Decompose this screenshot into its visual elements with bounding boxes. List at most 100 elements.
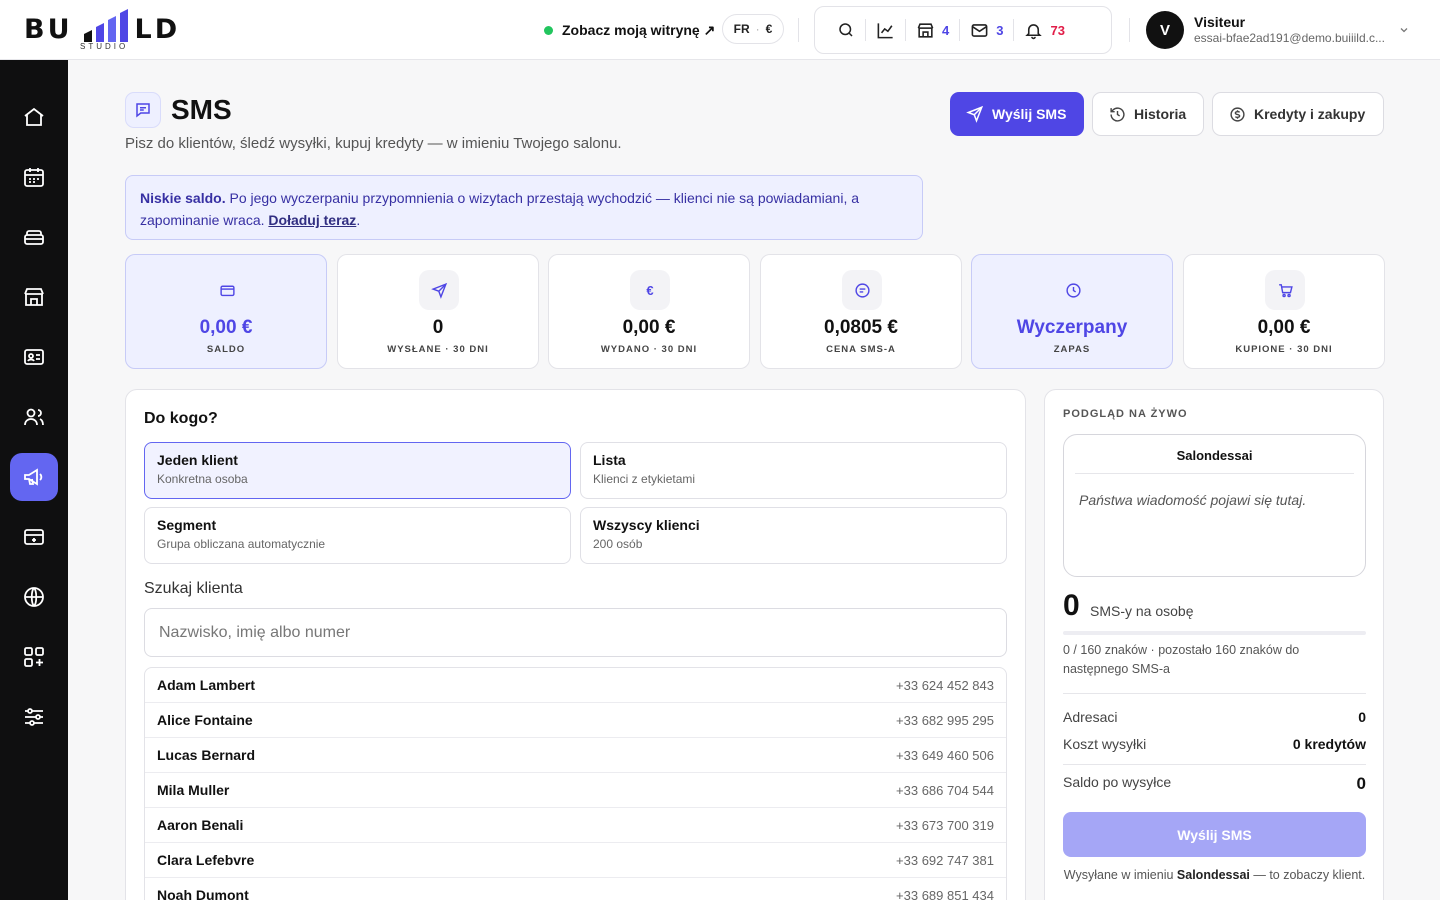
stat-value: 0 [432,317,444,338]
credits-label: Kredyty i zakupy [1254,106,1366,122]
stat-value: 0,0805 € [824,317,898,338]
message-circle-icon [854,282,870,298]
mail-icon [971,23,988,37]
coin-icon [1230,106,1245,122]
notification-count: 73 [1050,22,1065,38]
client-phone: +33 673 700 319 [896,817,994,833]
sender-name: Salondessai [1176,448,1253,463]
balance-after-value: 0 [1356,774,1366,793]
top-bar: BU LD STUDIO Zobacz moją witrynę ↗ FR · … [0,0,1440,60]
sms-page-icon [125,92,161,128]
sidebar-item-home[interactable] [10,93,58,141]
search-button[interactable] [827,15,865,45]
client-row[interactable]: Mila Muller +33 686 704 544 [145,773,1006,808]
balance-after-row: Saldo po wysyłce 0 [1063,774,1366,794]
client-name: Lucas Bernard [157,747,256,763]
option-title: Wszyscy klienci [593,517,700,533]
shop-icon [917,22,934,38]
client-name: Aaron Benali [157,817,244,833]
brand-logo[interactable]: BU LD STUDIO [24,8,184,52]
send-sms-submit-button[interactable]: Wyślij SMS [1063,812,1366,857]
euro-icon: € [630,270,670,310]
send-sms-label: Wyślij SMS [992,106,1067,122]
id-card-icon [24,349,44,365]
client-row[interactable]: Adam Lambert +33 624 452 843 [145,668,1006,703]
client-name: Adam Lambert [157,677,256,693]
sidebar-item-apps[interactable] [10,633,58,681]
shop-icon [24,288,44,306]
client-row[interactable]: Alice Fontaine +33 682 995 295 [145,703,1006,738]
page-title: SMS [171,94,232,125]
client-phone: +33 624 452 843 [896,677,994,693]
stat-value: 0,00 € [1257,317,1311,338]
stat-purchased: 0,00 € KUPIONE · 30 DNI [1183,254,1385,369]
messages-button[interactable]: 3 [960,15,1013,45]
notifications-button[interactable]: 73 [1014,15,1074,45]
chat-icon [136,103,150,118]
page-subtitle: Pisz do klientów, śledź wysyłki, kupuj k… [125,135,622,152]
view-site-link[interactable]: Zobacz moją witrynę ↗ [544,20,715,40]
top-up-link[interactable]: Doładuj teraz [268,212,356,228]
cost-label: Koszt wysyłki [1063,736,1147,752]
client-name: Clara Lefebvre [157,852,255,868]
history-button[interactable]: Historia [1092,92,1204,136]
option-title: Lista [593,452,626,468]
client-row[interactable]: Clara Lefebvre +33 692 747 381 [145,843,1006,878]
client-row[interactable]: Aaron Benali +33 673 700 319 [145,808,1006,843]
option-subtitle: Grupa obliczana automatycznie [157,537,326,551]
option-segment[interactable]: Segment Grupa obliczana automatycznie [144,507,571,564]
sidebar-item-calendar[interactable] [10,153,58,201]
client-phone: +33 692 747 381 [896,852,994,868]
sidebar-item-services[interactable] [10,213,58,261]
client-name: Mila Muller [157,782,230,798]
sidebar-item-payments[interactable] [10,513,58,561]
alert-title: Niskie saldo. [140,190,226,206]
user-email: essai-bfae2ad191@demo.buiiild.c... [1194,31,1385,45]
option-all-clients[interactable]: Wszyscy klienci 200 osób [580,507,1007,564]
sidebar-item-staff[interactable] [10,333,58,381]
option-title: Jeden klient [157,452,238,468]
online-dot [544,25,553,35]
stat-label: WYSŁANE · 30 DNI [387,344,489,355]
shop-button[interactable]: 4 [906,15,959,45]
stats-button[interactable] [866,15,905,45]
sms-count: 0 [1063,589,1080,622]
sidebar-item-settings[interactable] [10,693,58,741]
option-subtitle: Klienci z etykietami [593,472,696,486]
client-phone: +33 686 704 544 [896,782,994,798]
pill-separator: · [755,22,760,36]
sms-unit: SMS-y na osobę [1090,603,1194,619]
cost-row: Koszt wysyłki 0 kredytów [1063,736,1366,752]
sidebar-item-clients[interactable] [10,393,58,441]
sidebar-item-marketing[interactable] [10,453,58,501]
send-icon [966,105,984,123]
sidebar-item-website[interactable] [10,573,58,621]
divider [1063,764,1366,765]
stat-value: 0,00 € [622,317,676,338]
recipients-card: Do kogo? Jeden klient Konkretna osoba Li… [125,389,1026,900]
recipients-row: Adresaci 0 [1063,709,1366,725]
stat-label: WYDANO · 30 DNI [600,344,698,355]
sidebar [0,60,68,900]
stat-icon [1053,270,1093,310]
option-single-client[interactable]: Jeden klient Konkretna osoba [144,442,571,499]
sidebar-item-shop[interactable] [10,273,58,321]
option-title: Segment [157,517,217,533]
stat-label: CENA SMS-A [826,344,896,355]
client-search-input[interactable] [144,608,1007,657]
clients-icon [24,408,44,426]
credits-button[interactable]: Kredyty i zakupy [1212,92,1384,136]
search-label: Szukaj klienta [144,580,243,597]
calendar-icon [24,168,44,187]
send-sms-button[interactable]: Wyślij SMS [950,92,1084,136]
option-list[interactable]: Lista Klienci z etykietami [580,442,1007,499]
divider [1129,18,1130,42]
client-row[interactable]: Lucas Bernard +33 649 460 506 [145,738,1006,773]
language-currency-switch[interactable]: FR · € [722,14,784,44]
stat-spent: € 0,00 € WYDANO · 30 DNI [548,254,750,369]
client-row[interactable]: Noah Dumont +33 689 851 434 [145,878,1006,900]
sender-note-pre: Wysyłane w imieniu [1063,868,1174,882]
stat-icon [842,270,882,310]
mail-count: 3 [996,22,1004,38]
user-menu[interactable]: V Visiteur essai-bfae2ad191@demo.buiiild… [1146,10,1416,50]
